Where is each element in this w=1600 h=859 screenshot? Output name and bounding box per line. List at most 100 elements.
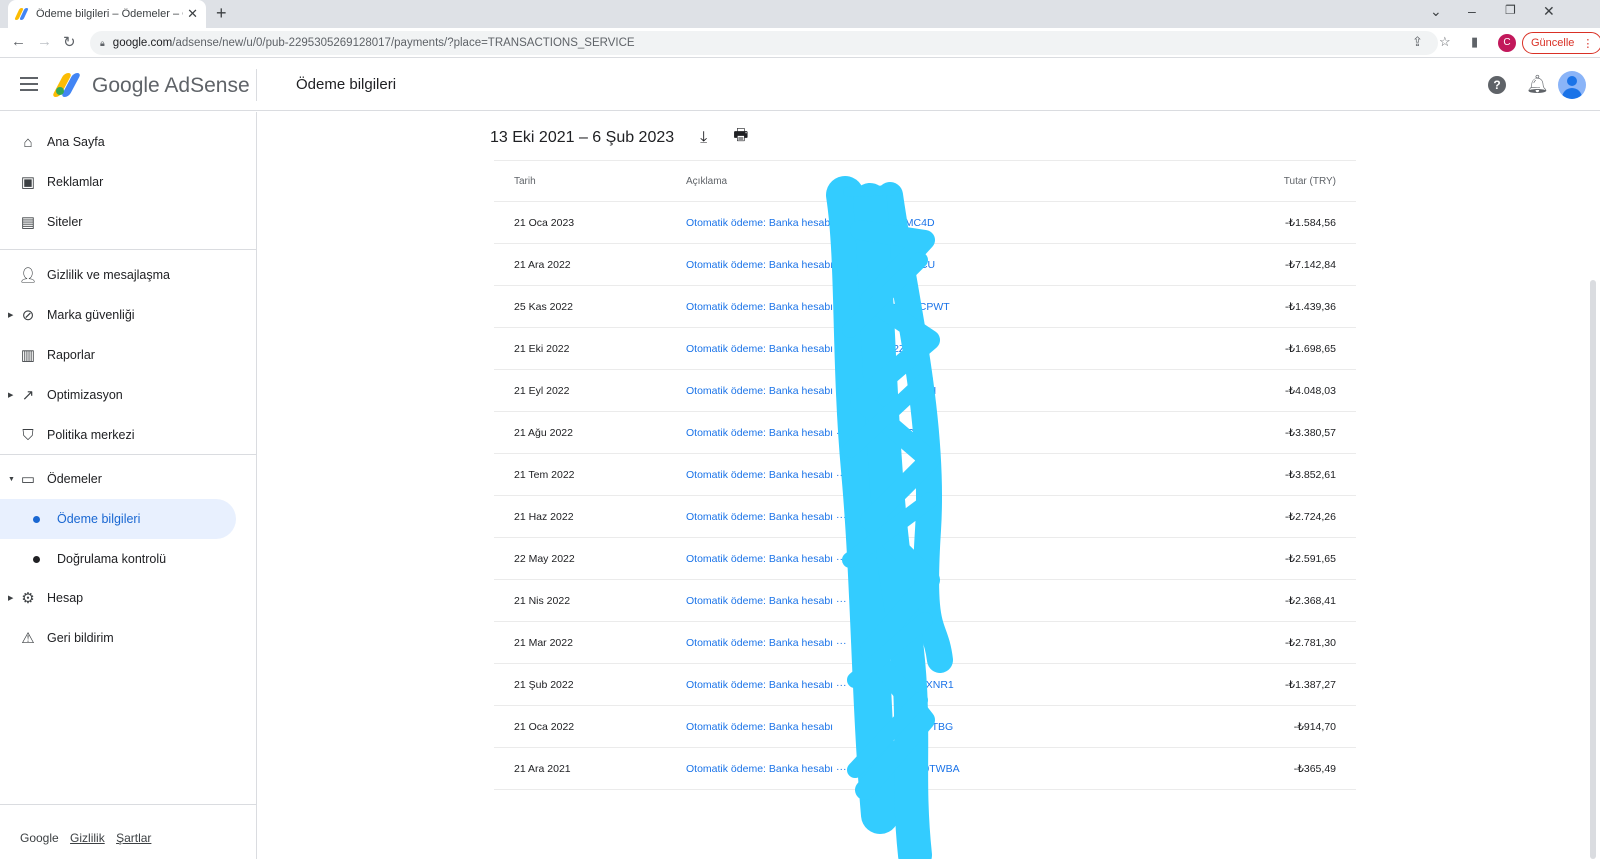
sidebar-item-payment-info[interactable]: Ödeme bilgileri [0, 499, 236, 539]
row-description: Otomatik ödeme: Banka hesabı ··· [686, 762, 847, 775]
app-header: Google AdSense Ödeme bilgileri ? 🔔︎ [0, 59, 1600, 111]
row-reference: QI [906, 594, 918, 607]
row-date: 21 Haz 2022 [514, 510, 574, 523]
row-description: Otomatik ödeme: Banka hesabı ··· [686, 678, 847, 691]
footer-privacy-link[interactable]: Gizlilik [70, 831, 105, 845]
minimize-icon[interactable]: – [1468, 3, 1476, 19]
row-description-link[interactable]: Otomatik ödeme: Banka hesabı ··· G QXNR1 [686, 679, 954, 691]
row-description-link[interactable]: Otomatik ödeme: Banka hesabı ··· CUTJ [686, 427, 933, 439]
footer-google: Google [20, 831, 59, 845]
row-description-link[interactable]: Otomatik ödeme: Banka hesabı ··· VTL [686, 511, 926, 523]
date-range[interactable]: 13 Eki 2021 – 6 Şub 2023 [490, 129, 674, 147]
update-button[interactable]: Güncelle ⋮ [1522, 32, 1600, 54]
row-description-link[interactable]: Otomatik ödeme: Banka hesabı ··· V0 [686, 637, 919, 649]
browser-tab[interactable]: Ödeme bilgileri – Ödemeler – Go ✕ [8, 0, 206, 28]
row-amount: -₺1.387,27 [1284, 678, 1336, 691]
row-amount: -₺2.781,30 [1284, 636, 1336, 649]
side-panel-icon[interactable]: ▮ [1471, 34, 1478, 50]
row-date: 21 Eki 2022 [514, 342, 570, 355]
collapse-caret-icon: ▼ [8, 475, 15, 483]
bullet-icon [33, 555, 40, 563]
download-icon[interactable]: ⤓ [700, 129, 707, 147]
lock-icon: 🔒︎ [100, 37, 105, 48]
row-description-link[interactable]: Otomatik ödeme: Banka hesabı BG 2PUTBG [686, 721, 953, 733]
bell-icon[interactable]: 🔔︎ [1526, 74, 1549, 95]
print-icon[interactable]: 🖶 [733, 124, 748, 151]
sidebar-item-verification[interactable]: Doğrulama kontrolü [0, 539, 236, 579]
sidebar-item-home[interactable]: ⌂ Ana Sayfa [0, 122, 236, 162]
row-reference: G QXNR1 [906, 678, 954, 691]
row-description-link[interactable]: Otomatik ödeme: Banka hesabı G030CPWT [686, 301, 950, 313]
sidebar-item-reports[interactable]: ▥ Raporlar [0, 335, 236, 375]
sidebar-item-sites[interactable]: ▤ Siteler [0, 202, 236, 242]
row-description-link[interactable]: Otomatik ödeme: Banka hesabı 32MC4D [686, 217, 935, 229]
account-avatar[interactable] [1558, 71, 1586, 99]
row-description-link[interactable]: Otomatik ödeme: Banka hesabı ··· G 20TWBA [686, 763, 960, 775]
row-date: 22 May 2022 [514, 552, 575, 565]
sidebar-item-policy-center[interactable]: ⛉ Politika merkezi [0, 415, 236, 455]
new-tab-button[interactable]: + [216, 3, 227, 24]
row-reference: BG 2PUTBG [893, 720, 954, 733]
block-icon: ⊘ [21, 307, 35, 324]
row-date: 21 Oca 2022 [514, 720, 575, 733]
bookmark-star-icon[interactable]: ☆ [1439, 34, 1451, 50]
row-description-link[interactable]: Otomatik ödeme: Banka hesabı ··· Y91OI [686, 385, 936, 397]
row-description-link[interactable]: Otomatik ödeme: Banka hesabı 031FICU [686, 259, 935, 271]
sidebar-item-label: Politika merkezi [47, 428, 135, 442]
row-description: Otomatik ödeme: Banka hesabı ··· [686, 384, 847, 397]
row-description: Otomatik ödeme: Banka hesabı ··· [686, 636, 847, 649]
close-window-icon[interactable]: ✕ [1543, 3, 1555, 20]
row-description-link[interactable]: Otomatik ödeme: Banka hesabı ··· QI [686, 595, 918, 607]
column-header-amount: Tutar (TRY) [1283, 175, 1336, 187]
main-content: 13 Eki 2021 – 6 Şub 2023 ⤓ 🖶 Tarih Açıkl… [258, 112, 1600, 859]
sites-icon: ▤ [20, 214, 36, 231]
row-reference: 32MC4D [893, 216, 935, 229]
transactions-table: Tarih Açıklama Tutar (TRY) 21 Oca 2023 Ot… [494, 160, 1356, 790]
sidebar-item-account[interactable]: ▶ ⚙ Hesap [0, 578, 236, 618]
profile-avatar[interactable]: C [1498, 34, 1516, 52]
tab-search-icon[interactable]: ⌄ [1430, 3, 1442, 20]
row-description-link[interactable]: Otomatik ödeme: Banka hesabı ··· 0H [686, 553, 920, 565]
sidebar-item-feedback[interactable]: ⚠ Geri bildirim [0, 618, 236, 658]
row-reference: V0 [906, 636, 920, 649]
menu-icon[interactable] [20, 77, 38, 91]
back-icon[interactable]: ← [11, 33, 26, 50]
forward-icon[interactable]: → [37, 33, 52, 50]
row-amount: -₺1.698,65 [1284, 342, 1336, 355]
table-header: Tarih Açıklama Tutar (TRY) [494, 160, 1356, 202]
sidebar-divider [0, 804, 257, 805]
trending-up-icon: ↗ [21, 387, 35, 404]
column-header-description: Açıklama [686, 175, 728, 187]
table-row: 21 Ağu 2022 Otomatik ödeme: Banka hesabı … [494, 412, 1356, 454]
row-description: Otomatik ödeme: Banka hesabı ··· [686, 426, 847, 439]
row-amount: -₺1.439,36 [1284, 300, 1336, 313]
sidebar-item-label: Marka güvenliği [47, 308, 135, 322]
row-date: 21 Ağu 2022 [514, 426, 573, 439]
expand-caret-icon: ▶ [8, 595, 14, 602]
row-reference: G 20TWBA [906, 762, 960, 775]
row-description: Otomatik ödeme: Banka hesabı [686, 300, 834, 313]
row-reference: 031FICU [893, 258, 936, 271]
address-bar[interactable]: 🔒︎ google.com/adsense/new/u/0/pub-229530… [90, 31, 1438, 55]
row-reference: 2Z8H89 [893, 342, 931, 355]
table-row: 21 Eyl 2022 Otomatik ödeme: Banka hesabı … [494, 370, 1356, 412]
sidebar-item-optimization[interactable]: ▶ ↗ Optimizasyon [0, 375, 236, 415]
row-description-link[interactable]: Otomatik ödeme: Banka hesabı ··· D7T4 [686, 469, 932, 481]
url-path: /adsense/new/u/0/pub-2295305269128017/pa… [172, 37, 635, 49]
browser-toolbar: ← → ↻ 🔒︎ google.com/adsense/new/u/0/pub-… [0, 28, 1600, 58]
row-date: 21 Ara 2022 [514, 258, 571, 271]
page-scrollbar[interactable] [1590, 280, 1596, 859]
footer-terms-link[interactable]: Şartlar [116, 831, 151, 845]
reload-icon[interactable]: ↻ [63, 33, 76, 51]
share-icon[interactable]: ⇪ [1412, 34, 1423, 50]
sidebar-item-ads[interactable]: ▣ Reklamlar [0, 162, 236, 202]
sidebar-item-payments[interactable]: ▼ ▭ Ödemeler [0, 459, 236, 499]
row-description: Otomatik ödeme: Banka hesabı ··· [686, 594, 847, 607]
sidebar-item-privacy-messaging[interactable]: 👤︎ Gizlilik ve mesajlaşma [0, 255, 236, 295]
row-description-link[interactable]: Otomatik ödeme: Banka hesabı 2Z8H89 [686, 343, 930, 355]
feedback-icon: ⚠ [21, 630, 35, 647]
close-tab-icon[interactable]: ✕ [187, 6, 198, 22]
sidebar-item-brand-safety[interactable]: ▶ ⊘ Marka güvenliği [0, 295, 236, 335]
restore-icon[interactable]: ❐ [1505, 3, 1516, 17]
help-icon[interactable]: ? [1488, 76, 1506, 94]
